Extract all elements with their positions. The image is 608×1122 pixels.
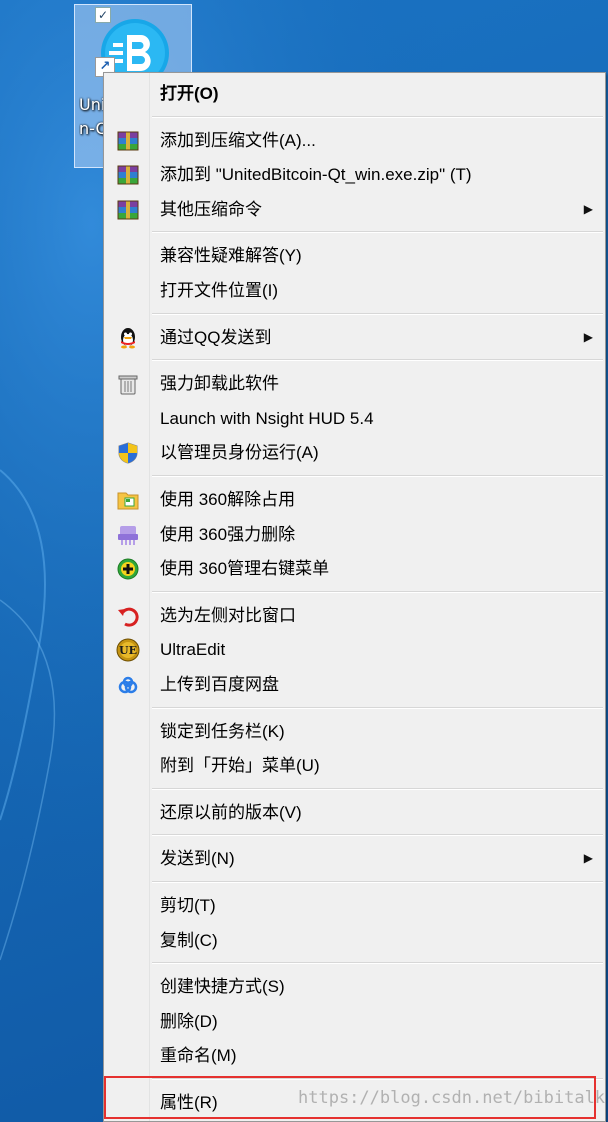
menu-item-label: UltraEdit bbox=[160, 640, 226, 660]
menu-item-label: 其他压缩命令 bbox=[160, 199, 262, 219]
menu-item-manage-360[interactable]: 使用 360管理右键菜单 bbox=[106, 552, 603, 585]
winrar-icon bbox=[116, 129, 140, 153]
menu-item-uninstall[interactable]: 强力卸载此软件 bbox=[106, 367, 603, 400]
menu-item-cut[interactable]: 剪切(T) bbox=[106, 889, 603, 922]
menu-separator bbox=[152, 881, 603, 883]
shredder-360-icon bbox=[116, 523, 140, 547]
menu-item-label: 使用 360强力删除 bbox=[160, 524, 296, 544]
menu-item-compat[interactable]: 兼容性疑难解答(Y) bbox=[106, 239, 603, 272]
menu-item-nsight[interactable]: Launch with Nsight HUD 5.4 bbox=[106, 402, 603, 435]
menu-item-label: 剪切(T) bbox=[160, 896, 216, 915]
menu-separator bbox=[152, 834, 603, 837]
menu-item-compare-left[interactable]: 选为左侧对比窗口 bbox=[106, 599, 603, 632]
submenu-arrow-icon: ▶ bbox=[583, 329, 593, 344]
menu-item-add-zip[interactable]: 添加到 "UnitedBitcoin-Qt_win.exe.zip" (T) bbox=[106, 158, 603, 191]
menu-item-label: 锁定到任务栏(K) bbox=[160, 721, 285, 741]
menu-item-label: 使用 360解除占用 bbox=[160, 490, 296, 509]
menu-separator bbox=[152, 231, 603, 234]
menu-item-label: 添加到 "UnitedBitcoin-Qt_win.exe.zip" (T) bbox=[160, 165, 472, 185]
ultraedit-icon: UE bbox=[116, 638, 140, 662]
menu-separator bbox=[152, 359, 603, 362]
winrar-icon bbox=[116, 198, 140, 222]
menu-separator bbox=[152, 962, 603, 965]
menu-item-send-to[interactable]: 发送到(N) ▶ bbox=[106, 842, 603, 875]
menu-item-ultraedit[interactable]: UE UltraEdit bbox=[106, 633, 603, 666]
menu-separator bbox=[152, 475, 603, 477]
menu-item-label: 强力卸载此软件 bbox=[160, 374, 279, 394]
menu-item-label: 复制(C) bbox=[160, 930, 218, 950]
menu-item-label: 创建快捷方式(S) bbox=[160, 977, 285, 997]
baidu-cloud-icon bbox=[116, 673, 140, 697]
svg-text:UE: UE bbox=[119, 644, 137, 657]
menu-item-rename[interactable]: 重命名(M) bbox=[106, 1039, 603, 1072]
menu-separator bbox=[152, 312, 603, 315]
qq-penguin-icon bbox=[116, 326, 140, 350]
trash-icon bbox=[116, 372, 140, 396]
menu-item-run-admin[interactable]: 以管理员身份运行(A) bbox=[106, 436, 603, 469]
winrar-icon bbox=[116, 163, 140, 187]
menu-item-label: 还原以前的版本(V) bbox=[160, 802, 302, 822]
submenu-arrow-icon: ▶ bbox=[583, 851, 593, 866]
menu-item-baidu[interactable]: 上传到百度网盘 bbox=[106, 668, 603, 701]
context-menu: 打开(O) 添加到压缩文件(A)... 添加到 "UnitedBitcoin-Qt_… bbox=[103, 72, 606, 1122]
menu-separator bbox=[152, 590, 603, 593]
menu-separator bbox=[152, 787, 603, 790]
menu-item-label: 上传到百度网盘 bbox=[160, 675, 279, 694]
menu-item-unlock-360[interactable]: 使用 360解除占用 bbox=[106, 483, 603, 516]
menu-separator bbox=[152, 706, 603, 709]
plus-360-icon bbox=[116, 557, 140, 581]
folder-360-icon bbox=[116, 488, 140, 512]
menu-item-label: 删除(D) bbox=[160, 1011, 218, 1031]
menu-item-label: 以管理员身份运行(A) bbox=[160, 443, 319, 463]
menu-item-restore[interactable]: 还原以前的版本(V) bbox=[106, 796, 603, 829]
menu-item-label: 添加到压缩文件(A)... bbox=[160, 130, 316, 150]
menu-item-label: 使用 360管理右键菜单 bbox=[160, 559, 330, 579]
menu-item-label: 兼容性疑难解答(Y) bbox=[160, 246, 302, 266]
menu-item-other-compress[interactable]: 其他压缩命令 ▶ bbox=[106, 193, 603, 226]
menu-item-label: 重命名(M) bbox=[160, 1046, 237, 1066]
menu-item-delete-360[interactable]: 使用 360强力删除 bbox=[106, 518, 603, 551]
menu-item-label: 打开(O) bbox=[160, 84, 219, 103]
menu-item-label: 发送到(N) bbox=[160, 849, 235, 869]
menu-item-delete[interactable]: 删除(D) bbox=[106, 1005, 603, 1038]
menu-item-pin-taskbar[interactable]: 锁定到任务栏(K) bbox=[106, 715, 603, 748]
undo-red-icon bbox=[116, 604, 140, 628]
menu-item-copy[interactable]: 复制(C) bbox=[106, 924, 603, 957]
menu-item-open[interactable]: 打开(O) bbox=[106, 77, 603, 110]
menu-item-send-qq[interactable]: 通过QQ发送到 ▶ bbox=[106, 321, 603, 354]
menu-item-label: 选为左侧对比窗口 bbox=[160, 605, 296, 625]
submenu-arrow-icon: ▶ bbox=[583, 201, 593, 216]
watermark-text: https://blog.csdn.net/bibitalk bbox=[298, 1088, 606, 1108]
menu-item-label: 打开文件位置(I) bbox=[160, 281, 279, 300]
menu-item-shortcut[interactable]: 创建快捷方式(S) bbox=[106, 970, 603, 1003]
menu-item-label: 通过QQ发送到 bbox=[160, 327, 272, 347]
uac-shield-icon bbox=[116, 441, 140, 465]
menu-item-label: 附到「开始」菜单(U) bbox=[160, 756, 320, 776]
menu-separator bbox=[152, 115, 603, 118]
menu-item-add-archive[interactable]: 添加到压缩文件(A)... bbox=[106, 124, 603, 157]
menu-item-pin-start[interactable]: 附到「开始」菜单(U) bbox=[106, 749, 603, 782]
menu-item-label: Launch with Nsight HUD 5.4 bbox=[160, 408, 374, 428]
menu-item-open-location[interactable]: 打开文件位置(I) bbox=[106, 274, 603, 307]
